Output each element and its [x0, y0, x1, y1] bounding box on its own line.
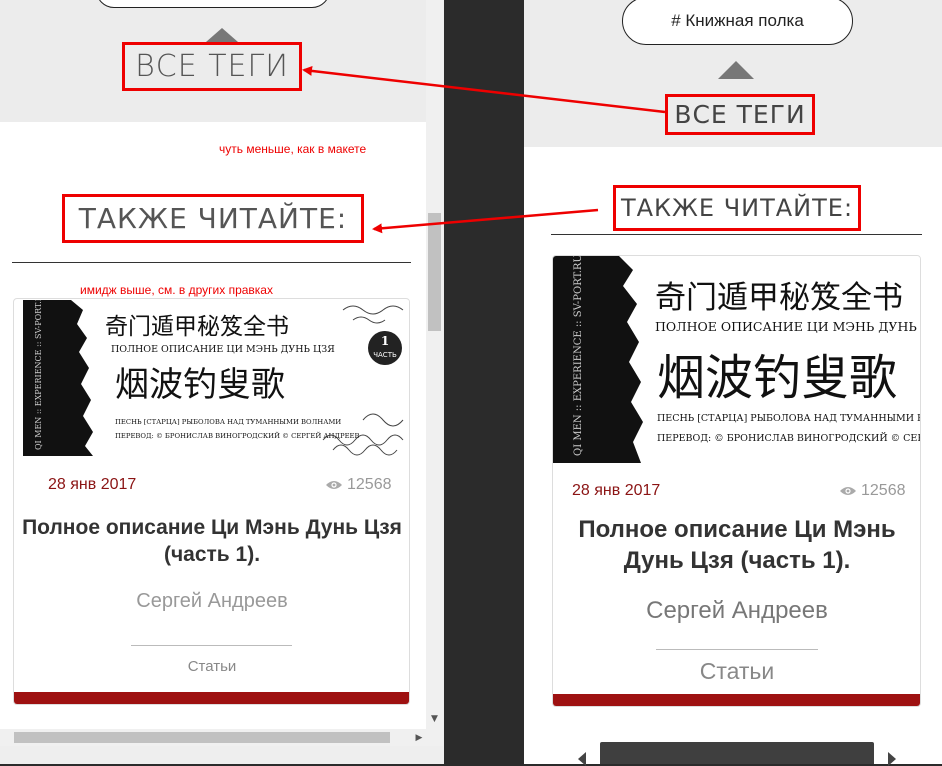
- annotation-arrows: [302, 65, 666, 234]
- arrow-also-read: [372, 208, 599, 234]
- arrow-all-tags: [302, 65, 666, 114]
